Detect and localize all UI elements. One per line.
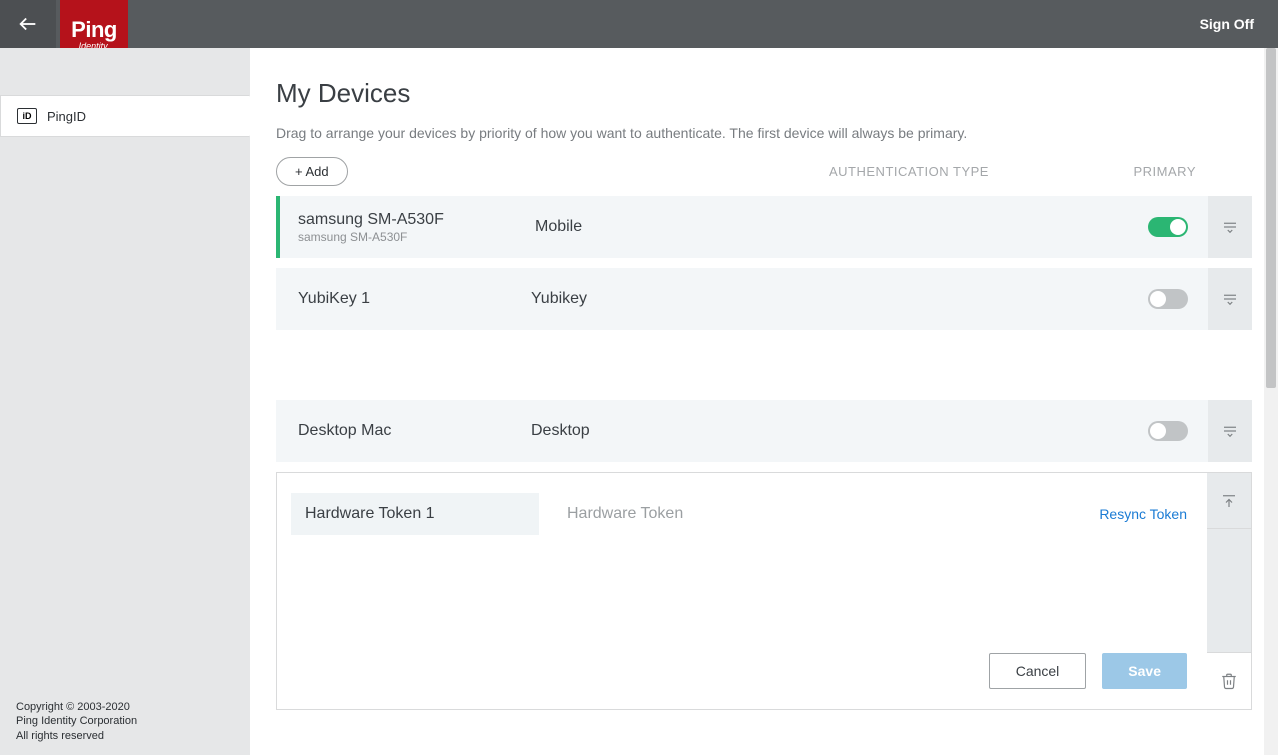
drag-handle[interactable] — [1208, 196, 1252, 258]
device-name: samsung SM-A530F — [298, 211, 535, 229]
device-subtitle: samsung SM-A530F — [298, 230, 535, 244]
device-row[interactable]: Desktop Mac Desktop — [276, 400, 1252, 462]
scrollbar[interactable] — [1264, 48, 1278, 755]
delete-button[interactable] — [1207, 653, 1251, 709]
primary-toggle[interactable] — [1148, 289, 1188, 309]
device-row[interactable]: samsung SM-A530F samsung SM-A530F Mobile — [276, 196, 1252, 258]
device-name: YubiKey 1 — [298, 290, 531, 308]
arrow-left-icon — [17, 13, 39, 35]
sign-off-link[interactable]: Sign Off — [1200, 16, 1254, 32]
column-auth-type: AUTHENTICATION TYPE — [829, 164, 989, 179]
reorder-icon — [1221, 290, 1239, 308]
cancel-button[interactable]: Cancel — [989, 653, 1087, 689]
column-primary: PRIMARY — [1134, 164, 1197, 179]
trash-icon — [1220, 671, 1238, 691]
page-description: Drag to arrange your devices by priority… — [276, 125, 1252, 141]
back-button[interactable] — [0, 0, 56, 48]
add-button[interactable]: + Add — [276, 157, 348, 186]
page-title: My Devices — [276, 78, 1252, 109]
device-name: Desktop Mac — [298, 422, 531, 440]
device-row[interactable]: YubiKey 1 Yubikey — [276, 268, 1252, 330]
collapse-up-icon — [1220, 492, 1238, 510]
main-content: My Devices Drag to arrange your devices … — [250, 48, 1278, 755]
save-button[interactable]: Save — [1102, 653, 1187, 689]
drag-handle[interactable] — [1208, 400, 1252, 462]
copyright: Copyright © 2003-2020 Ping Identity Corp… — [16, 700, 137, 743]
primary-toggle[interactable] — [1148, 217, 1188, 237]
sidebar-item-label: PingID — [47, 109, 86, 124]
pingid-icon: iD — [17, 108, 37, 124]
editor-side-controls — [1207, 473, 1251, 709]
resync-token-link[interactable]: Resync Token — [1099, 506, 1187, 522]
top-bar: Ping Identity. Sign Off — [0, 0, 1278, 48]
reorder-icon — [1221, 422, 1239, 440]
scrollbar-thumb[interactable] — [1266, 48, 1276, 388]
drag-handle[interactable] — [1208, 268, 1252, 330]
controls-row: + Add AUTHENTICATION TYPE PRIMARY — [276, 157, 1252, 186]
reorder-icon — [1221, 218, 1239, 236]
logo-main: Ping — [71, 17, 117, 43]
device-name-input[interactable] — [291, 493, 539, 535]
device-editor: Hardware Token Resync Token Cancel Save — [276, 472, 1252, 710]
device-type: Yubikey — [531, 290, 587, 308]
device-type-label: Hardware Token — [567, 505, 683, 523]
sidebar-item-pingid[interactable]: iD PingID — [0, 95, 250, 137]
sidebar: iD PingID Copyright © 2003-2020 Ping Ide… — [0, 48, 250, 755]
device-type: Mobile — [535, 218, 582, 236]
collapse-button[interactable] — [1207, 473, 1251, 529]
device-type: Desktop — [531, 422, 590, 440]
primary-toggle[interactable] — [1148, 421, 1188, 441]
